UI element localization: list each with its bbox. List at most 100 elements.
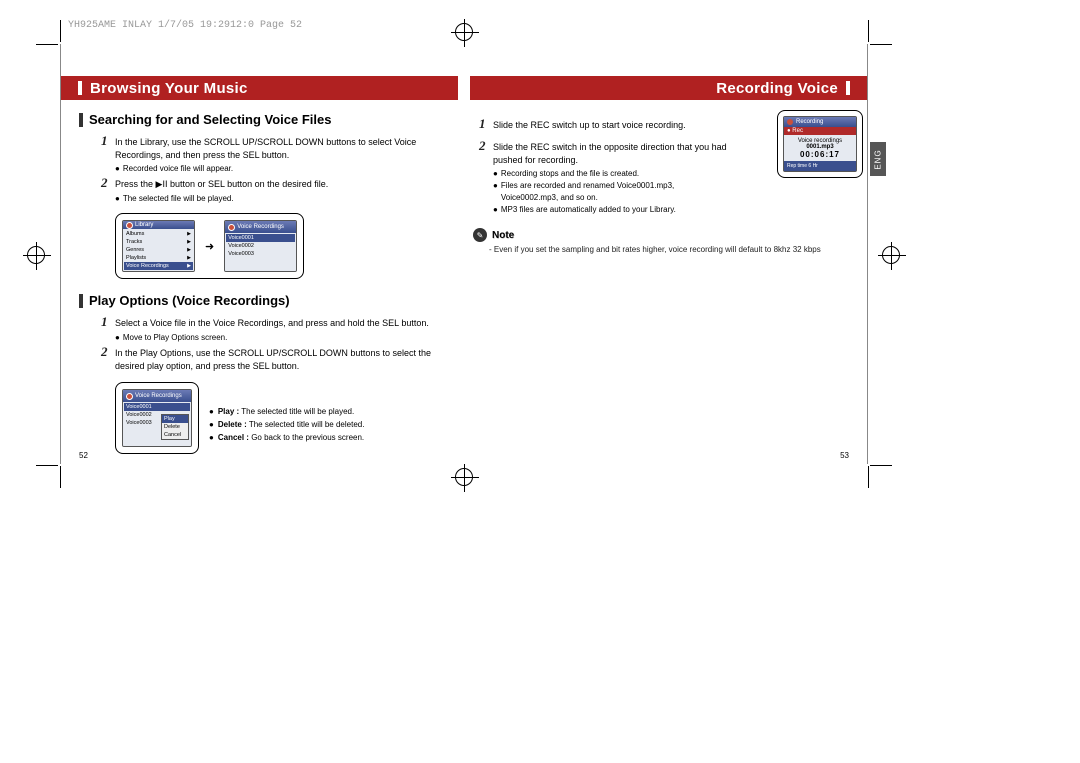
step-number: 2 — [101, 175, 115, 191]
note-icon: ✎ — [473, 228, 487, 242]
popup-row: Delete — [162, 423, 188, 431]
popup-row-selected: Play — [162, 415, 188, 423]
popup-menu: Play Delete Cancel — [161, 414, 189, 440]
lcd-rec-indicator: ● Rec — [784, 127, 856, 135]
lcd-row: Albums▶ — [124, 230, 193, 238]
step-number: 1 — [479, 116, 493, 132]
step-text: Press the ▶II button or SEL button on th… — [115, 175, 328, 191]
lcd-library: Library Albums▶ Tracks▶ Genres▶ Playlist… — [122, 220, 195, 272]
lcd-recording: Recording ● Rec Voice recordings 0001.mp… — [783, 116, 857, 172]
crop-mark — [870, 465, 892, 466]
lcd-titlebar: Recording — [784, 117, 856, 127]
lcd-row-selected: Voice Recordings▶ — [124, 262, 193, 270]
section-heading: Play Options (Voice Recordings) — [79, 293, 447, 308]
crop-mark — [60, 466, 61, 488]
crop-mark — [60, 20, 61, 42]
registration-mark — [455, 23, 473, 41]
section-heading: Searching for and Selecting Voice Files — [79, 112, 447, 127]
bullet-line: ●The selected file will be played. — [115, 193, 447, 205]
bullet-line: ●Recorded voice file will appear. — [115, 163, 447, 175]
bullet-text: Files are recorded and renamed Voice0001… — [501, 180, 733, 204]
bullet-dot-icon: ● — [493, 168, 498, 180]
option-line: ●Play : The selected title will be playe… — [209, 406, 447, 419]
step-row: 1 In the Library, use the SCROLL UP/SCRO… — [101, 133, 447, 161]
step-text: Slide the REC switch in the opposite dir… — [493, 138, 738, 166]
options-legend: ●Play : The selected title will be playe… — [209, 406, 447, 444]
lcd-row: Genres▶ — [124, 246, 193, 254]
lcd-row-selected: Voice0001 — [124, 403, 190, 411]
lcd-titlebar: Library — [123, 221, 194, 229]
lcd-logo-icon — [228, 224, 235, 231]
bullet-text: Recording stops and the file is created. — [501, 168, 639, 180]
step-text: Select a Voice file in the Voice Recordi… — [115, 314, 429, 330]
right-page-title: Recording Voice — [716, 80, 838, 97]
registration-mark — [882, 246, 900, 264]
lcd-row: Voice0003 — [226, 250, 295, 258]
lcd-rec-body: Voice recordings 0001.mp3 00:06:17 — [784, 135, 856, 161]
section-title: Searching for and Selecting Voice Files — [89, 112, 332, 127]
bullet-dot-icon: ● — [209, 406, 214, 419]
imposition-header: YH925AME INLAY 1/7/05 19:2912:0 Page 52 — [68, 20, 302, 31]
bullet-dot-icon: ● — [493, 204, 498, 216]
step-row: 2 In the Play Options, use the SCROLL UP… — [101, 344, 447, 372]
header-tick-icon — [846, 81, 850, 95]
bullet-dot-icon: ● — [209, 419, 214, 432]
lcd-title: Library — [135, 222, 153, 228]
step-text: In the Play Options, use the SCROLL UP/S… — [115, 344, 447, 372]
crop-mark — [36, 465, 58, 466]
bullet-line: ●Files are recorded and renamed Voice000… — [493, 180, 733, 204]
crop-mark — [870, 44, 892, 45]
bullet-line: ●MP3 files are automatically added to yo… — [493, 204, 849, 216]
bullet-dot-icon: ● — [115, 193, 120, 205]
step-number: 2 — [101, 344, 115, 360]
lcd-logo-icon — [126, 222, 133, 229]
option-line: ●Cancel : Go back to the previous screen… — [209, 432, 447, 445]
bullet-text: MP3 files are automatically added to you… — [501, 204, 676, 216]
page-number: 53 — [840, 451, 849, 460]
lcd-body: Albums▶ Tracks▶ Genres▶ Playlists▶ Voice… — [123, 229, 194, 271]
bullet-dot-icon: ● — [115, 332, 120, 344]
note-text: - Even if you set the sampling and bit r… — [489, 245, 849, 254]
note-row: ✎ Note — [473, 228, 849, 242]
step-row: 2 Press the ▶II button or SEL button on … — [101, 175, 447, 191]
lcd-footer: Rep time 6 Hr — [784, 161, 856, 171]
header-tick-icon — [78, 81, 82, 95]
bullet-dot-icon: ● — [115, 163, 120, 175]
lcd-row: Playlists▶ — [124, 254, 193, 262]
lcd-row: Voice0002 — [226, 242, 295, 250]
page-number: 52 — [79, 451, 88, 460]
lcd-title: Voice Recordings — [135, 393, 182, 399]
section-title: Play Options (Voice Recordings) — [89, 293, 290, 308]
registration-mark — [27, 246, 45, 264]
bullet-line: ●Move to Play Options screen. — [115, 332, 447, 344]
crop-mark — [868, 20, 869, 42]
crop-mark — [36, 44, 58, 45]
language-label: ENG — [874, 149, 883, 169]
step-text: Slide the REC switch up to start voice r… — [493, 116, 686, 132]
note-label: Note — [492, 230, 514, 241]
figure-frame: Recording ● Rec Voice recordings 0001.mp… — [777, 110, 863, 178]
left-content: Searching for and Selecting Voice Files … — [79, 108, 447, 445]
left-page-title: Browsing Your Music — [90, 80, 248, 97]
popup-row: Cancel — [162, 431, 188, 439]
crop-mark — [868, 466, 869, 488]
lcd-title: Voice Recordings — [237, 224, 284, 230]
right-header-bar: Recording Voice — [470, 76, 867, 100]
section-bullet-icon — [79, 294, 83, 308]
blank-area — [0, 500, 1080, 763]
lcd-row: Tracks▶ — [124, 238, 193, 246]
figure-frame: Voice Recordings Voice0001 Voice0002 Voi… — [115, 382, 199, 454]
registration-mark — [455, 468, 473, 486]
lcd-voice-recordings: Voice Recordings Voice0001 Voice0002 Voi… — [224, 220, 297, 272]
language-tab: ENG — [870, 142, 886, 176]
step-row: 1 Select a Voice file in the Voice Recor… — [101, 314, 447, 330]
lcd-titlebar: Voice Recordings — [225, 221, 296, 233]
option-line: ●Delete : The selected title will be del… — [209, 419, 447, 432]
bullet-text: The selected file will be played. — [123, 193, 234, 205]
arrow-right-icon: ➜ — [205, 240, 214, 253]
bullet-text: Move to Play Options screen. — [123, 332, 228, 344]
bullet-text: Recorded voice file will appear. — [123, 163, 233, 175]
lcd-play-options: Voice Recordings Voice0001 Voice0002 Voi… — [122, 389, 192, 447]
lcd-body: Voice0001 Voice0002 Voice0003 — [225, 233, 296, 271]
lcd-titlebar: Voice Recordings — [123, 390, 191, 402]
